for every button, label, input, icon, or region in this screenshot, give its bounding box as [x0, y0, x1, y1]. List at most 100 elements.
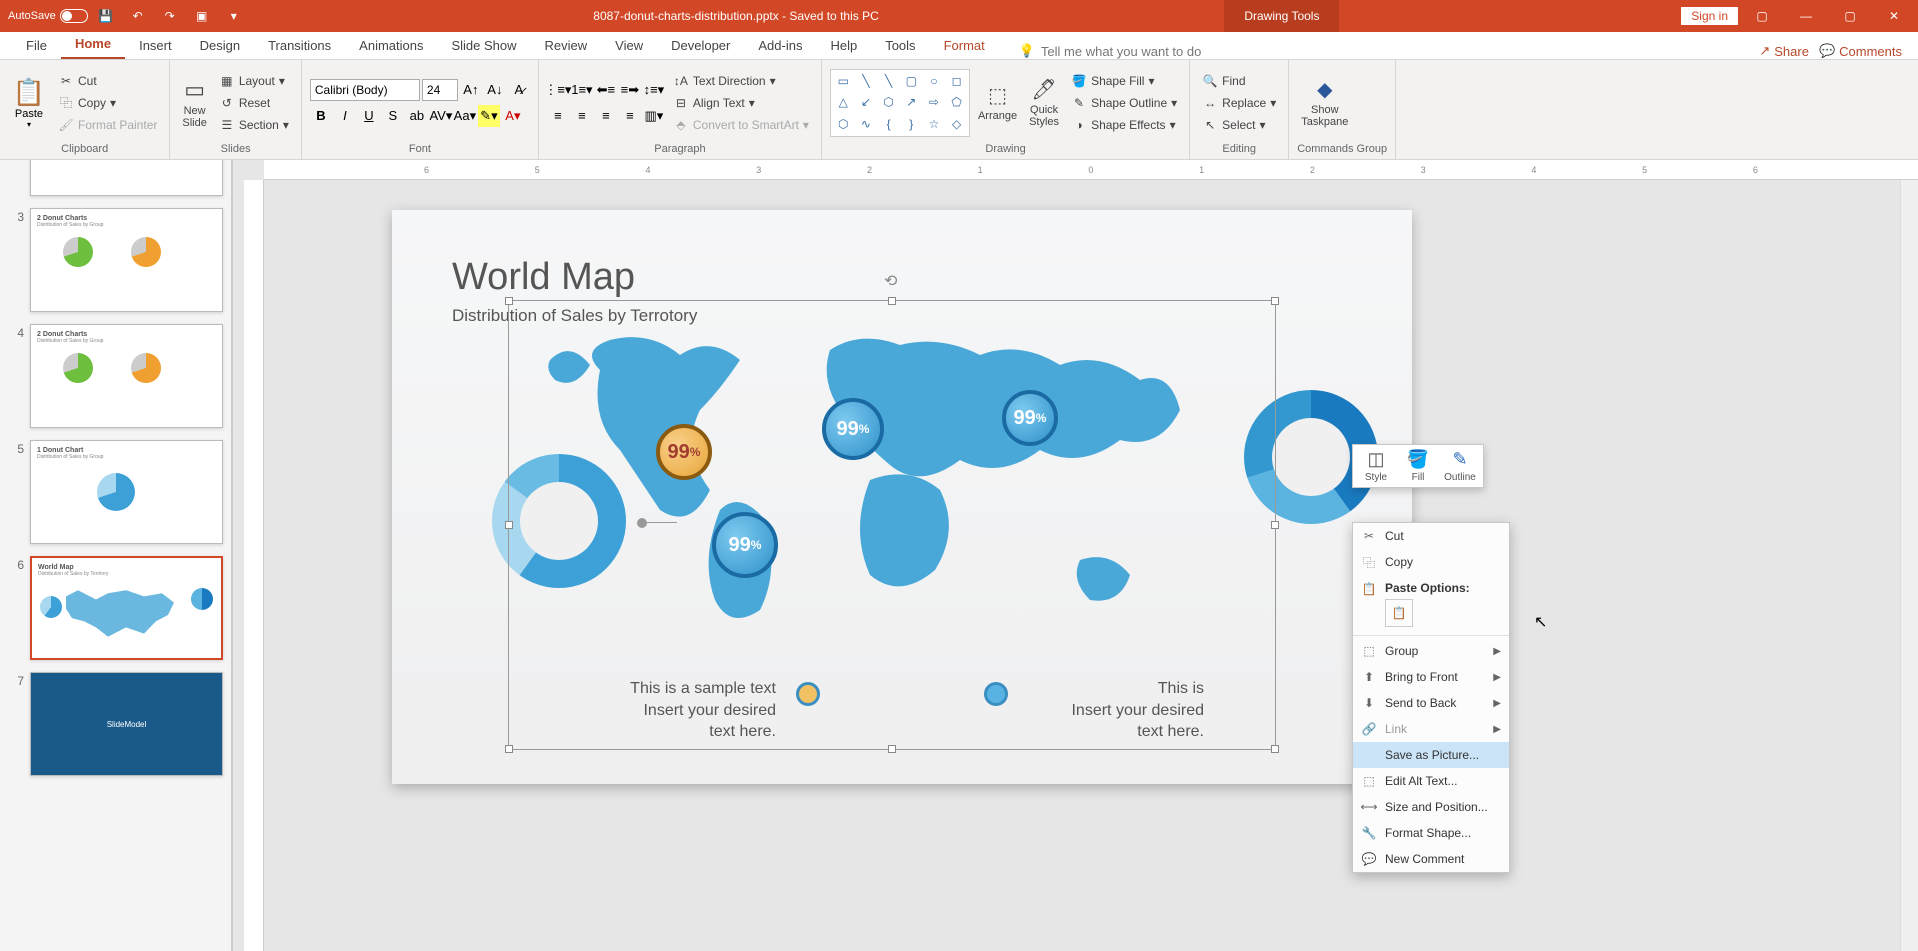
italic-button[interactable]: I	[334, 105, 356, 127]
copy-button[interactable]: ⿻Copy ▾	[54, 93, 161, 113]
resize-handle[interactable]	[505, 521, 513, 529]
minimize-icon[interactable]: —	[1786, 0, 1826, 32]
thumbnail-2-partial[interactable]	[8, 160, 223, 196]
shadow-button[interactable]: ab	[406, 105, 428, 127]
resize-handle[interactable]	[1271, 745, 1279, 753]
vertical-ruler[interactable]	[244, 180, 264, 951]
align-right-button[interactable]: ≡	[595, 105, 617, 127]
ctx-save-as-picture[interactable]: Save as Picture...	[1353, 742, 1509, 768]
layout-button[interactable]: ▦Layout ▾	[215, 71, 293, 91]
ctx-size-position[interactable]: ⟷Size and Position...	[1353, 794, 1509, 820]
replace-button[interactable]: ↔Replace ▾	[1198, 93, 1280, 113]
section-button[interactable]: ☰Section ▾	[215, 115, 293, 135]
thumbnail-5[interactable]: 5 1 Donut Chart Distribution of Sales by…	[8, 440, 223, 544]
ribbon-display-icon[interactable]: ▢	[1742, 0, 1782, 32]
shapes-gallery[interactable]: ▭╲╲▢○◻ △↙⬡↗⇨⬠ ⬡∿{}☆◇	[830, 69, 970, 137]
align-left-button[interactable]: ≡	[547, 105, 569, 127]
columns-button[interactable]: ▥▾	[643, 105, 665, 127]
paste-button[interactable]: 📋 Paste ▾	[8, 77, 50, 129]
redo-icon[interactable]: ↷	[156, 2, 184, 30]
thumbnail-3[interactable]: 3 2 Donut Charts Distribution of Sales b…	[8, 208, 223, 312]
slide-title[interactable]: World Map	[452, 256, 635, 299]
font-size-input[interactable]	[422, 79, 458, 101]
bullets-button[interactable]: ⋮≡▾	[547, 79, 569, 101]
tab-slideshow[interactable]: Slide Show	[437, 32, 530, 59]
tab-home[interactable]: Home	[61, 30, 125, 59]
bold-button[interactable]: B	[310, 105, 332, 127]
select-button[interactable]: ↖Select ▾	[1198, 115, 1280, 135]
autosave-toggle[interactable]: AutoSave	[8, 9, 88, 23]
horizontal-ruler[interactable]: 6543210123456	[264, 160, 1918, 180]
tab-transitions[interactable]: Transitions	[254, 32, 345, 59]
tab-help[interactable]: Help	[816, 32, 871, 59]
format-painter-button[interactable]: 🖌Format Painter	[54, 115, 161, 135]
font-name-input[interactable]	[310, 79, 420, 101]
tab-format[interactable]: Format	[930, 32, 999, 59]
ctx-format-shape[interactable]: 🔧Format Shape...	[1353, 820, 1509, 846]
clear-format-icon[interactable]: A̷	[508, 79, 530, 101]
ctx-send-back[interactable]: ⬇Send to Back▶	[1353, 690, 1509, 716]
line-spacing-button[interactable]: ↕≡▾	[643, 79, 665, 101]
paste-option-keep-source[interactable]: 📋	[1385, 599, 1413, 627]
ctx-copy[interactable]: ⿻Copy	[1353, 549, 1509, 575]
underline-button[interactable]: U	[358, 105, 380, 127]
ctx-new-comment[interactable]: 💬New Comment	[1353, 846, 1509, 872]
indent-button[interactable]: ≡➡	[619, 79, 641, 101]
save-icon[interactable]: 💾	[92, 2, 120, 30]
ctx-edit-alt-text[interactable]: ⬚Edit Alt Text...	[1353, 768, 1509, 794]
tab-addins[interactable]: Add-ins	[744, 32, 816, 59]
smartart-button[interactable]: ⬘Convert to SmartArt ▾	[669, 115, 813, 135]
strike-button[interactable]: S	[382, 105, 404, 127]
resize-handle[interactable]	[1271, 521, 1279, 529]
drawing-tools-tab[interactable]: Drawing Tools	[1224, 0, 1339, 32]
resize-handle[interactable]	[888, 745, 896, 753]
tab-review[interactable]: Review	[531, 32, 602, 59]
tell-me-search[interactable]: 💡 Tell me what you want to do	[999, 43, 1760, 59]
spacing-button[interactable]: AV▾	[430, 105, 452, 127]
qat-dropdown-icon[interactable]: ▾	[220, 2, 248, 30]
font-color-button[interactable]: A▾	[502, 105, 524, 127]
rotate-handle-icon[interactable]: ⟲	[884, 271, 897, 291]
share-button[interactable]: ↗Share	[1759, 43, 1809, 59]
text-direction-button[interactable]: ↕AText Direction ▾	[669, 71, 813, 91]
tab-view[interactable]: View	[601, 32, 657, 59]
mini-style-button[interactable]: ◫Style	[1357, 449, 1395, 483]
resize-handle[interactable]	[888, 297, 896, 305]
thumbnail-7[interactable]: 7 SlideModel	[8, 672, 223, 776]
resize-handle[interactable]	[505, 745, 513, 753]
tab-animations[interactable]: Animations	[345, 32, 437, 59]
find-button[interactable]: 🔍Find	[1198, 71, 1280, 91]
numbering-button[interactable]: 1≡▾	[571, 79, 593, 101]
justify-button[interactable]: ≡	[619, 105, 641, 127]
shape-outline-button[interactable]: ✎Shape Outline ▾	[1067, 93, 1181, 113]
thumbnail-4[interactable]: 4 2 Donut Charts Distribution of Sales b…	[8, 324, 223, 428]
show-taskpane-button[interactable]: ◆Show Taskpane	[1297, 75, 1352, 130]
undo-icon[interactable]: ↶	[124, 2, 152, 30]
resize-handle[interactable]	[505, 297, 513, 305]
comments-button[interactable]: 💬Comments	[1819, 43, 1902, 59]
ctx-cut[interactable]: ✂Cut	[1353, 523, 1509, 549]
mini-fill-button[interactable]: 🪣Fill	[1399, 449, 1437, 483]
increase-font-icon[interactable]: A↑	[460, 79, 482, 101]
slide-canvas[interactable]: World Map Distribution of Sales by Terro…	[264, 180, 1900, 951]
quick-styles-button[interactable]: 🖊Quick Styles	[1025, 75, 1063, 130]
mini-outline-button[interactable]: ✎Outline	[1441, 449, 1479, 483]
vertical-scrollbar[interactable]	[1900, 180, 1918, 951]
align-center-button[interactable]: ≡	[571, 105, 593, 127]
close-icon[interactable]: ✕	[1874, 0, 1914, 32]
signin-button[interactable]: Sign in	[1681, 7, 1738, 25]
thumbnail-panel[interactable]: 3 2 Donut Charts Distribution of Sales b…	[0, 160, 232, 951]
cut-button[interactable]: ✂Cut	[54, 71, 161, 91]
ctx-bring-front[interactable]: ⬆Bring to Front▶	[1353, 664, 1509, 690]
tab-developer[interactable]: Developer	[657, 32, 744, 59]
new-slide-button[interactable]: ▭ New Slide	[178, 75, 210, 131]
decrease-font-icon[interactable]: A↓	[484, 79, 506, 101]
present-icon[interactable]: ▣	[188, 2, 216, 30]
highlight-button[interactable]: ✎▾	[478, 105, 500, 127]
selection-bounds[interactable]: ⟲	[508, 300, 1276, 750]
tab-design[interactable]: Design	[186, 32, 254, 59]
shape-fill-button[interactable]: 🪣Shape Fill ▾	[1067, 71, 1181, 91]
reset-button[interactable]: ↺Reset	[215, 93, 293, 113]
case-button[interactable]: Aa▾	[454, 105, 476, 127]
tab-insert[interactable]: Insert	[125, 32, 186, 59]
